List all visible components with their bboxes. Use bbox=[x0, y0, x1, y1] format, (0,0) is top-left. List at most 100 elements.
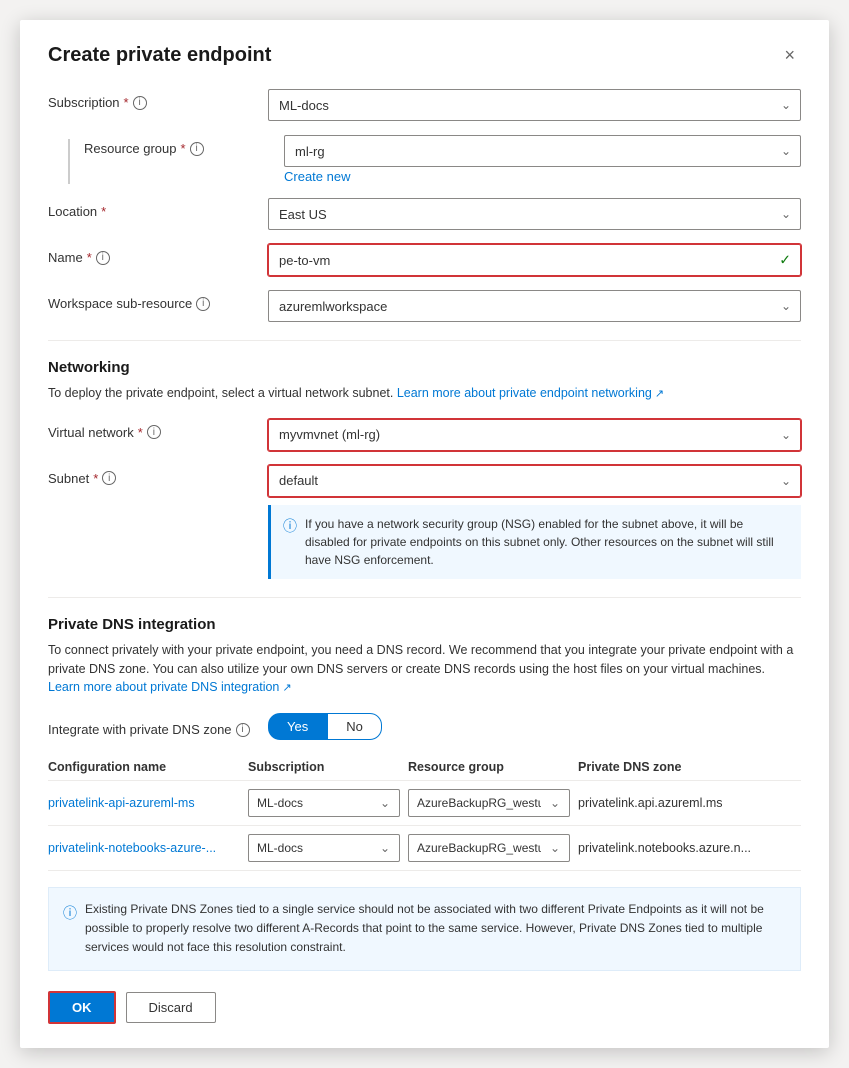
subnet-control: default ⌄ ⓘ If you have a network securi… bbox=[268, 465, 801, 579]
dns-table: Configuration name Subscription Resource… bbox=[48, 754, 801, 871]
networking-section-title: Networking bbox=[48, 359, 801, 376]
dns-subscription-select[interactable]: ML-docs bbox=[248, 789, 400, 817]
location-select-wrapper: East US ⌄ bbox=[268, 198, 801, 230]
subnet-info-message: If you have a network security group (NS… bbox=[305, 515, 789, 569]
dns-resource-group-select-wrapper: AzureBackupRG_westus_1⌄ bbox=[408, 789, 570, 817]
dialog-header: Create private endpoint × bbox=[48, 44, 801, 67]
resource-group-select-wrapper: ml-rg ⌄ bbox=[284, 135, 801, 167]
subnet-info-icon[interactable]: i bbox=[102, 471, 116, 485]
dns-subscription-cell: ML-docs⌄ bbox=[248, 781, 408, 826]
dns-col-config-header: Configuration name bbox=[48, 754, 248, 781]
name-control: ✓ bbox=[268, 244, 801, 276]
create-new-link[interactable]: Create new bbox=[284, 169, 801, 184]
indent-line bbox=[68, 139, 70, 184]
location-control: East US ⌄ bbox=[268, 198, 801, 230]
dns-subscription-select[interactable]: ML-docs bbox=[248, 834, 400, 862]
dns-col-rg-header: Resource group bbox=[408, 754, 578, 781]
workspace-sub-resource-select[interactable]: azuremlworkspace bbox=[268, 290, 801, 322]
subscription-required: * bbox=[124, 95, 129, 110]
dns-toggle-no[interactable]: No bbox=[327, 713, 382, 740]
name-row: Name * i ✓ bbox=[48, 244, 801, 276]
dns-config-cell: privatelink-api-azureml-ms bbox=[48, 781, 248, 826]
integrate-dns-info-icon[interactable]: i bbox=[236, 723, 250, 737]
name-info-icon[interactable]: i bbox=[96, 251, 110, 265]
subnet-info-icon-circle: ⓘ bbox=[283, 516, 297, 569]
workspace-sub-resource-label: Workspace sub-resource i bbox=[48, 290, 268, 311]
subscription-select-wrapper: ML-docs ⌄ bbox=[268, 89, 801, 121]
virtual-network-row: Virtual network * i myvmvnet (ml-rg) ⌄ bbox=[48, 419, 801, 451]
subscription-control: ML-docs ⌄ bbox=[268, 89, 801, 121]
dns-description: To connect privately with your private e… bbox=[48, 641, 801, 697]
subscription-info-icon[interactable]: i bbox=[133, 96, 147, 110]
subnet-required: * bbox=[93, 471, 98, 486]
virtual-network-control: myvmvnet (ml-rg) ⌄ bbox=[268, 419, 801, 451]
subnet-select-wrapper: default ⌄ bbox=[268, 465, 801, 497]
name-input[interactable] bbox=[268, 244, 801, 276]
dns-resource-group-cell: AzureBackupRG_westus_1⌄ bbox=[408, 781, 578, 826]
subnet-info-box: ⓘ If you have a network security group (… bbox=[268, 505, 801, 579]
workspace-sub-resource-select-wrapper: azuremlworkspace ⌄ bbox=[268, 290, 801, 322]
resource-group-required: * bbox=[181, 141, 186, 156]
resource-group-info-icon[interactable]: i bbox=[190, 142, 204, 156]
location-select[interactable]: East US bbox=[268, 198, 801, 230]
name-valid-checkmark-icon: ✓ bbox=[779, 252, 791, 269]
networking-description: To deploy the private endpoint, select a… bbox=[48, 384, 801, 403]
dns-col-zone-header: Private DNS zone bbox=[578, 754, 801, 781]
dns-warning-box: ⓘ Existing Private DNS Zones tied to a s… bbox=[48, 887, 801, 971]
virtual-network-info-icon[interactable]: i bbox=[147, 425, 161, 439]
warning-info-icon: ⓘ bbox=[63, 902, 77, 958]
name-label: Name * i bbox=[48, 244, 268, 265]
discard-button[interactable]: Discard bbox=[126, 992, 216, 1023]
resource-group-row: Resource group * i ml-rg ⌄ Create new bbox=[48, 135, 801, 184]
resource-group-select[interactable]: ml-rg bbox=[284, 135, 801, 167]
virtual-network-select[interactable]: myvmvnet (ml-rg) bbox=[268, 419, 801, 451]
divider-2 bbox=[48, 597, 801, 598]
dns-warning-message: Existing Private DNS Zones tied to a sin… bbox=[85, 900, 786, 958]
dns-col-sub-header: Subscription bbox=[248, 754, 408, 781]
networking-learn-more-link[interactable]: Learn more about private endpoint networ… bbox=[397, 386, 664, 400]
location-required: * bbox=[101, 204, 106, 219]
dns-table-row: privatelink-api-azureml-msML-docs⌄ AzureB… bbox=[48, 781, 801, 826]
dns-subscription-select-wrapper: ML-docs⌄ bbox=[248, 789, 400, 817]
ok-button[interactable]: OK bbox=[48, 991, 116, 1024]
integrate-dns-label: Integrate with private DNS zone i bbox=[48, 716, 268, 737]
dns-table-header-row: Configuration name Subscription Resource… bbox=[48, 754, 801, 781]
dialog-title: Create private endpoint bbox=[48, 44, 271, 67]
integrate-dns-control: Yes No bbox=[268, 713, 801, 740]
name-required: * bbox=[87, 250, 92, 265]
subnet-row: Subnet * i default ⌄ ⓘ If you have a net… bbox=[48, 465, 801, 579]
workspace-sub-resource-info-icon[interactable]: i bbox=[196, 297, 210, 311]
subnet-label: Subnet * i bbox=[48, 465, 268, 486]
location-label: Location * bbox=[48, 198, 268, 219]
dns-subscription-cell: ML-docs⌄ bbox=[248, 826, 408, 871]
dns-toggle-yes[interactable]: Yes bbox=[268, 713, 327, 740]
subnet-select[interactable]: default bbox=[268, 465, 801, 497]
dns-toggle-group: Yes No bbox=[268, 713, 801, 740]
dns-table-row: privatelink-notebooks-azure-...ML-docs⌄ A… bbox=[48, 826, 801, 871]
integrate-dns-row: Integrate with private DNS zone i Yes No bbox=[48, 713, 801, 740]
dns-section-title: Private DNS integration bbox=[48, 616, 801, 633]
location-row: Location * East US ⌄ bbox=[48, 198, 801, 230]
dns-zone-cell: privatelink.api.azureml.ms bbox=[578, 781, 801, 826]
virtual-network-select-wrapper: myvmvnet (ml-rg) ⌄ bbox=[268, 419, 801, 451]
workspace-sub-resource-row: Workspace sub-resource i azuremlworkspac… bbox=[48, 290, 801, 322]
resource-group-label: Resource group * i bbox=[84, 135, 284, 156]
workspace-sub-resource-control: azuremlworkspace ⌄ bbox=[268, 290, 801, 322]
dns-config-cell: privatelink-notebooks-azure-... bbox=[48, 826, 248, 871]
subscription-select[interactable]: ML-docs bbox=[268, 89, 801, 121]
dns-resource-group-select-wrapper: AzureBackupRG_westus_1⌄ bbox=[408, 834, 570, 862]
dns-subscription-select-wrapper: ML-docs⌄ bbox=[248, 834, 400, 862]
subscription-row: Subscription * i ML-docs ⌄ bbox=[48, 89, 801, 121]
resource-group-control: ml-rg ⌄ Create new bbox=[284, 135, 801, 184]
dns-resource-group-select[interactable]: AzureBackupRG_westus_1 bbox=[408, 834, 570, 862]
create-private-endpoint-dialog: Create private endpoint × Subscription *… bbox=[20, 20, 829, 1048]
divider-1 bbox=[48, 340, 801, 341]
dns-learn-more-link[interactable]: Learn more about private DNS integration bbox=[48, 680, 292, 694]
dialog-footer: OK Discard bbox=[48, 991, 801, 1024]
dns-resource-group-cell: AzureBackupRG_westus_1⌄ bbox=[408, 826, 578, 871]
subscription-label: Subscription * i bbox=[48, 89, 268, 110]
dns-zone-cell: privatelink.notebooks.azure.n... bbox=[578, 826, 801, 871]
close-button[interactable]: × bbox=[778, 44, 801, 66]
dns-resource-group-select[interactable]: AzureBackupRG_westus_1 bbox=[408, 789, 570, 817]
name-input-wrapper: ✓ bbox=[268, 244, 801, 276]
